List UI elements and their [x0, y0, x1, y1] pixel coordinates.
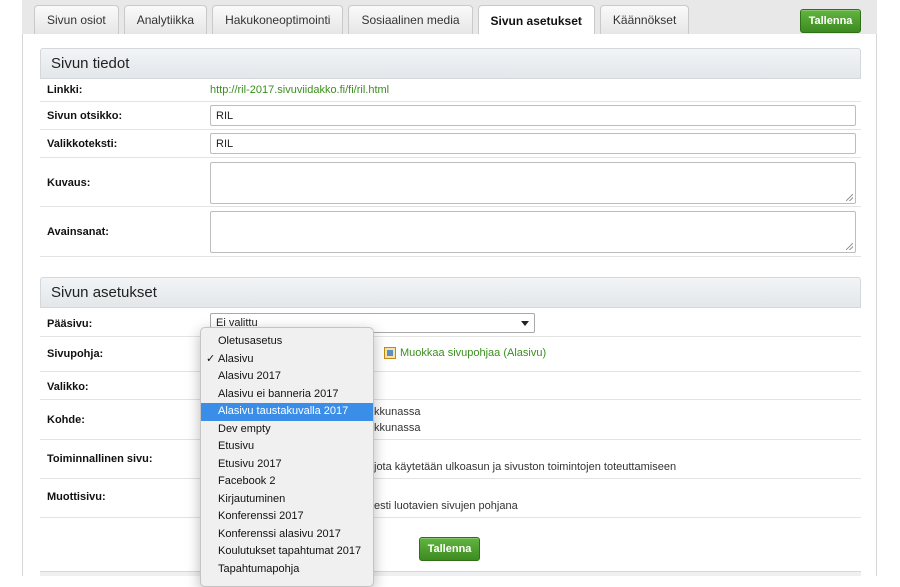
next-section-edge [40, 571, 861, 576]
resize-handle-icon[interactable] [846, 194, 853, 201]
dropdown-option-highlighted[interactable]: Alasivu taustakuvalla 2017 [201, 403, 373, 421]
link-label: Linkki: [47, 84, 83, 96]
tab-sivun-osiot[interactable]: Sivun osiot [34, 5, 119, 34]
functional-label: Toiminnallinen sivu: [47, 453, 153, 465]
template-page-label: Muottisivu: [47, 491, 106, 503]
save-button-bottom[interactable]: Tallenna [419, 537, 480, 561]
chevron-down-icon [521, 321, 529, 326]
target-row: Kohde: [40, 400, 861, 440]
resize-handle-icon[interactable] [846, 243, 853, 250]
dropdown-option[interactable]: Facebook 2 [201, 473, 373, 491]
target-label: Kohde: [47, 414, 85, 426]
tab-kaannokset[interactable]: Käännökset [599, 5, 690, 34]
dropdown-option[interactable]: Etusivu 2017 [201, 456, 373, 474]
tab-analytiikka[interactable]: Analytiikka [123, 5, 208, 34]
dropdown-option[interactable]: Tapahtumapohja [201, 561, 373, 579]
dropdown-option-label: Alasivu [218, 352, 254, 365]
dropdown-option[interactable]: Konferenssi alasivu 2017 [201, 526, 373, 544]
target-option-1[interactable]: kkunassa [374, 406, 420, 418]
dropdown-option[interactable]: Oletusasetus [201, 333, 373, 351]
dropdown-option[interactable]: Alasivu ei banneria 2017 [201, 386, 373, 404]
dropdown-option[interactable]: Koulutukset tapahtumat 2017 [201, 543, 373, 561]
link-row: Linkki: http://ril-2017.sivuviidakko.fi/… [40, 80, 861, 102]
menu-row: Valikko: [40, 372, 861, 400]
target-option-2[interactable]: kkunassa [374, 422, 420, 434]
dropdown-option[interactable]: Konferenssi 2017 [201, 508, 373, 526]
page-title-input[interactable]: RIL [210, 105, 856, 126]
menu-text-input[interactable]: RIL [210, 133, 856, 154]
page-link[interactable]: http://ril-2017.sivuviidakko.fi/fi/ril.h… [210, 84, 389, 96]
parent-page-label: Pääsivu: [47, 318, 93, 330]
template-page-row: Muottisivu: [40, 479, 861, 518]
description-textarea[interactable] [210, 162, 856, 204]
keywords-textarea[interactable] [210, 211, 856, 253]
dropdown-option[interactable]: Etusivu [201, 438, 373, 456]
section-header-page-info: Sivun tiedot [40, 48, 861, 79]
template-label: Sivupohja: [47, 348, 104, 360]
dropdown-option-selected[interactable]: ✓ Alasivu [201, 351, 373, 369]
dropdown-option[interactable]: Kirjautuminen [201, 491, 373, 509]
functional-description: jota käytetään ulkoasun ja sivuston toim… [374, 461, 677, 473]
template-dropdown-menu[interactable]: Oletusasetus ✓ Alasivu Alasivu 2017 Alasi… [200, 327, 374, 587]
tab-sosiaalinen-media[interactable]: Sosiaalinen media [348, 5, 473, 34]
menu-text-label: Valikkoteksti: [47, 138, 118, 150]
edit-template-link[interactable]: Muokkaa sivupohjaa (Alasivu) [384, 347, 546, 359]
section-title: Sivun asetukset [51, 284, 157, 301]
dropdown-option[interactable]: Dev empty [201, 421, 373, 439]
menu-label: Valikko: [47, 381, 89, 393]
page-title-label: Sivun otsikko: [47, 110, 123, 122]
functional-row: Toiminnallinen sivu: [40, 440, 861, 479]
section-header-page-settings: Sivun asetukset [40, 277, 861, 308]
section-title: Sivun tiedot [51, 55, 130, 72]
tab-strip: Sivun osiot Analytiikka Hakukoneoptimoin… [34, 5, 694, 35]
tab-sivun-asetukset[interactable]: Sivun asetukset [477, 5, 595, 35]
edit-template-label: Muokkaa sivupohjaa (Alasivu) [400, 347, 547, 359]
tab-hakukoneoptimointi[interactable]: Hakukoneoptimointi [212, 5, 344, 34]
dropdown-option[interactable]: Alasivu 2017 [201, 368, 373, 386]
template-page-description: esti luotavien sivujen pohjana [374, 500, 518, 512]
template-edit-icon [384, 347, 396, 359]
keywords-label: Avainsanat: [47, 226, 109, 238]
checkmark-icon: ✓ [206, 352, 216, 365]
save-button-top[interactable]: Tallenna [800, 9, 861, 33]
description-label: Kuvaus: [47, 177, 91, 189]
